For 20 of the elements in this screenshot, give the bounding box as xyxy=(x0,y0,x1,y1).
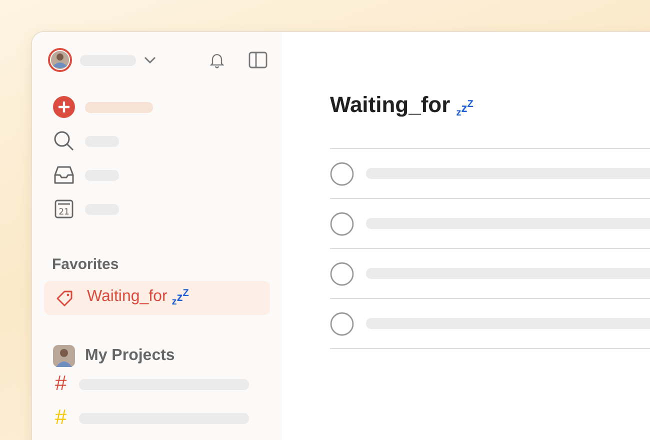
page-title: Waiting_for $_{z}$z$^{Z}$ xyxy=(330,92,474,118)
sidebar-toggle-icon[interactable] xyxy=(248,50,268,70)
tag-icon xyxy=(55,288,75,308)
task-checkbox[interactable] xyxy=(330,312,354,336)
task-checkbox[interactable] xyxy=(330,262,354,286)
bell-icon[interactable] xyxy=(208,51,226,69)
hash-icon[interactable]: # xyxy=(55,373,67,395)
chevron-down-icon[interactable] xyxy=(144,56,156,64)
inbox-icon[interactable] xyxy=(53,164,75,186)
section-heading: My Projects xyxy=(85,347,175,365)
task-checkbox[interactable] xyxy=(330,212,354,236)
task-checkbox[interactable] xyxy=(330,162,354,186)
search-icon[interactable] xyxy=(53,130,75,152)
calendar-icon[interactable]: 21 xyxy=(53,198,75,220)
section-heading: Favorites xyxy=(51,256,120,273)
avatar-icon[interactable] xyxy=(48,48,72,72)
avatar-icon xyxy=(53,345,75,367)
favorite-item[interactable]: Waiting_for $_{z}$z$^{Z}$ xyxy=(44,281,270,315)
add-icon[interactable] xyxy=(53,96,75,118)
placeholder-bar xyxy=(85,102,153,112)
